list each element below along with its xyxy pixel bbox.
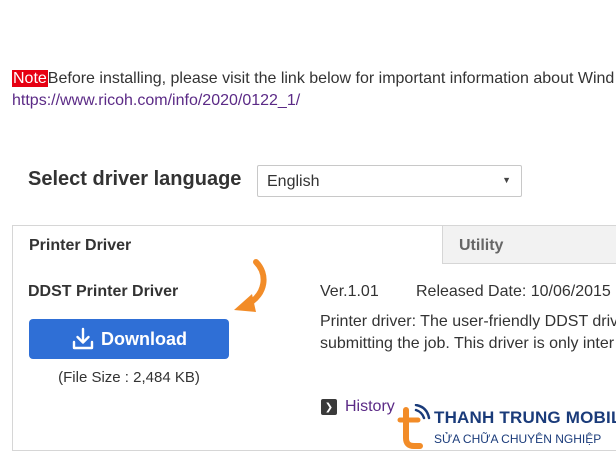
notice-link[interactable]: https://www.ricoh.com/info/2020/0122_1/: [12, 92, 300, 110]
triangle-down-icon: ▼: [502, 175, 511, 185]
download-label: Download: [101, 328, 187, 349]
driver-version: Ver.1.01: [320, 283, 379, 300]
language-select[interactable]: English ▼: [257, 165, 522, 197]
watermark-subtitle: SỬA CHỮA CHUYÊN NGHIỆP: [434, 432, 602, 446]
notice-line: NoteBefore installing, please visit the …: [12, 70, 614, 88]
watermark-logo-icon: [397, 404, 431, 449]
file-size: (File Size : 2,484 KB): [58, 369, 200, 386]
watermark: THANH TRUNG MOBILE SỬA CHỮA CHUYÊN NGHIỆ…: [396, 404, 616, 454]
released-date: Released Date: 10/06/2015: [416, 283, 611, 300]
chevron-right-square-icon: ❯: [321, 399, 337, 415]
history-label: History: [345, 398, 395, 415]
page: NoteBefore installing, please visit the …: [0, 0, 616, 458]
tab-utility[interactable]: Utility: [442, 225, 616, 264]
driver-name: DDST Printer Driver: [28, 283, 179, 300]
driver-description-line2: submitting the job. This driver is only …: [320, 335, 615, 352]
language-label: Select driver language: [28, 168, 242, 190]
language-select-value: English: [267, 173, 320, 190]
curved-arrow-icon: [234, 259, 267, 312]
download-button[interactable]: Download: [29, 319, 229, 359]
watermark-title: THANH TRUNG MOBILE: [434, 408, 616, 427]
history-link[interactable]: ❯ History: [321, 398, 395, 416]
notice-text: Before installing, please visit the link…: [47, 70, 615, 87]
note-badge: Note: [12, 70, 48, 87]
driver-description-line1: Printer driver: The user-friendly DDST d…: [320, 313, 616, 330]
download-icon: [72, 327, 94, 350]
